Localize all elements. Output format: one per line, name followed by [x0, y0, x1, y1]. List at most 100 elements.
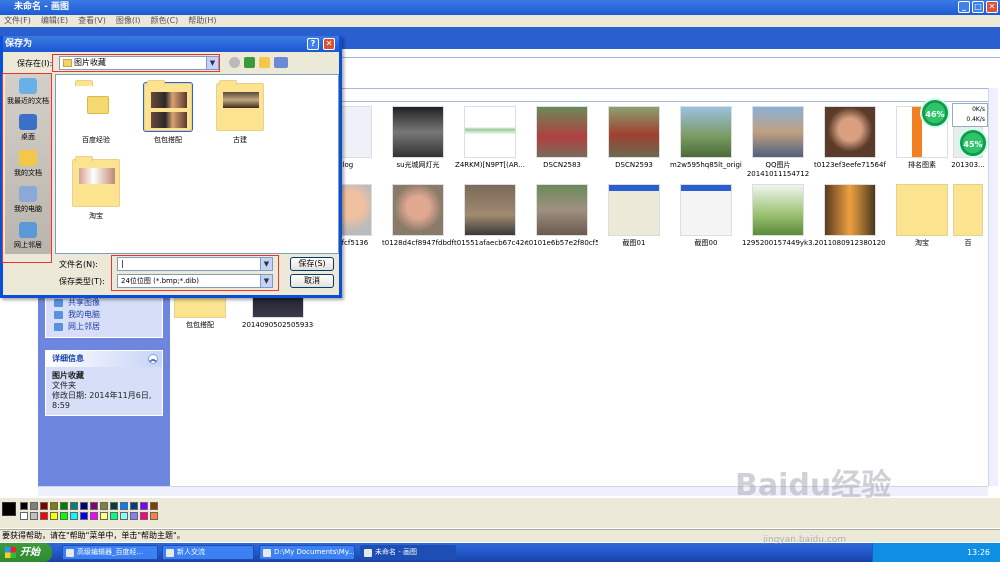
dialog-close-button[interactable]: ✕ [323, 38, 335, 50]
vertical-scrollbar[interactable] [988, 88, 998, 486]
palette-color-swatch[interactable] [140, 512, 148, 520]
palette-color-swatch[interactable] [100, 502, 108, 510]
palette-color-swatch[interactable] [40, 502, 48, 510]
place-my-computer[interactable]: 我的电脑 [5, 186, 51, 214]
memory-gauge-left[interactable]: 46% [920, 98, 950, 128]
palette-color-swatch[interactable] [30, 502, 38, 510]
file-item[interactable]: QQ图片 20141011154712 [742, 106, 814, 179]
palette-color-swatch[interactable] [20, 512, 28, 520]
other-places-box: 共享图像 我的电脑 网上邻居 [45, 292, 163, 338]
clock[interactable]: 13:26 [967, 548, 990, 557]
save-in-combobox[interactable]: 图片收藏 ▼ [59, 56, 219, 70]
file-item[interactable]: t0101e6b57e2f80cf5c [526, 184, 598, 248]
file-item[interactable]: 截图01 [598, 184, 670, 248]
filename-input[interactable]: | ▼ [117, 257, 273, 271]
taskbar-item[interactable]: 新人交流 [162, 545, 254, 560]
file-item[interactable]: DSCN2593 [598, 106, 670, 170]
palette-color-swatch[interactable] [130, 512, 138, 520]
menu-file[interactable]: 文件(F) [4, 15, 31, 27]
palette-color-swatch[interactable] [150, 512, 158, 520]
up-folder-icon[interactable] [244, 57, 255, 68]
palette-color-swatch[interactable] [130, 502, 138, 510]
menu-image[interactable]: 图像(I) [116, 15, 141, 27]
taskbar-item-active[interactable]: 未命名 - 画图 [360, 545, 456, 560]
filetype-select[interactable]: 24位位图 (*.bmp;*.dib) ▼ [117, 274, 273, 288]
file-item[interactable]: t0128d4cf8947fdbdf2 [382, 184, 454, 248]
folder-item[interactable]: 包包搭配 [136, 80, 200, 145]
palette-color-swatch[interactable] [70, 512, 78, 520]
filename-label: 文件名(N): [59, 260, 98, 269]
place-network[interactable]: 网上邻居 [5, 222, 51, 250]
link-network-places[interactable]: 网上邻居 [46, 321, 162, 333]
menu-view[interactable]: 查看(V) [78, 15, 106, 27]
file-item[interactable]: DSCN2583 [526, 106, 598, 170]
save-button[interactable]: 保存(S) [290, 257, 334, 271]
link-my-computer[interactable]: 我的电脑 [46, 309, 162, 321]
folder-item[interactable]: 百 [948, 184, 988, 248]
palette-color-swatch[interactable] [80, 502, 88, 510]
palette-color-swatch[interactable] [40, 512, 48, 520]
folder-item[interactable]: 古建 [208, 80, 272, 145]
place-my-documents[interactable]: 我的文档 [5, 150, 51, 178]
file-item[interactable]: 1295200157449yk3... [742, 184, 814, 248]
palette-color-swatch[interactable] [20, 502, 28, 510]
palette-color-swatch[interactable] [110, 512, 118, 520]
taskbar-item[interactable]: D:\My Documents\My... [259, 545, 355, 560]
palette-color-swatch[interactable] [60, 512, 68, 520]
palette-color-swatch[interactable] [50, 502, 58, 510]
menu-colors[interactable]: 颜色(C) [150, 15, 178, 27]
palette-color-swatch[interactable] [110, 502, 118, 510]
dropdown-arrow-icon[interactable]: ▼ [206, 57, 218, 69]
image-thumbnail [680, 184, 732, 236]
ie-icon [66, 549, 74, 557]
paint-title-bar: 未命名 - 画图 _ □ ✕ [0, 0, 1000, 15]
file-item[interactable]: Z4RKM)[N9PT[(AR... [454, 106, 526, 170]
file-item[interactable]: 2011080912380120 [814, 184, 886, 248]
new-folder-icon[interactable] [259, 57, 270, 68]
details-body: 图片收藏 文件夹 修改日期: 2014年11月6日, 8:59 [46, 367, 162, 415]
collapse-chevron-icon[interactable]: ︽ [148, 354, 158, 364]
view-menu-icon[interactable] [274, 57, 288, 68]
current-color-swatch[interactable] [2, 502, 16, 516]
dropdown-arrow-icon[interactable]: ▼ [260, 258, 272, 270]
minimize-button[interactable]: _ [958, 1, 970, 13]
file-item[interactable]: m2w595hq85lt_origi... [670, 106, 742, 170]
baidu-watermark: Baidu经验 [735, 468, 892, 503]
help-button[interactable]: ? [307, 38, 319, 50]
dropdown-arrow-icon[interactable]: ▼ [260, 275, 272, 287]
palette-color-swatch[interactable] [70, 502, 78, 510]
close-window-button[interactable]: ✕ [986, 1, 998, 13]
place-recent-documents[interactable]: 我最近的文档 [5, 78, 51, 106]
memory-gauge-right[interactable]: 45% [958, 128, 988, 158]
link-shared-pictures[interactable]: 共享图像 [46, 297, 162, 309]
place-desktop[interactable]: 桌面 [5, 114, 51, 142]
palette-color-swatch[interactable] [120, 502, 128, 510]
palette-color-swatch[interactable] [90, 512, 98, 520]
menu-help[interactable]: 帮助(H) [188, 15, 216, 27]
palette-color-swatch[interactable] [80, 512, 88, 520]
palette-color-swatch[interactable] [100, 512, 108, 520]
folder-item[interactable]: 淘宝 [64, 156, 128, 221]
menu-edit[interactable]: 编辑(E) [41, 15, 68, 27]
palette-color-swatch[interactable] [60, 502, 68, 510]
start-button[interactable]: 开始 [0, 543, 52, 562]
folder-item[interactable]: 百度经验 [64, 80, 128, 145]
palette-color-swatch[interactable] [90, 502, 98, 510]
file-item[interactable]: t01551afaecb67c42eb [454, 184, 526, 248]
palette-color-swatch[interactable] [150, 502, 158, 510]
palette-color-swatch[interactable] [50, 512, 58, 520]
maximize-button[interactable]: □ [972, 1, 984, 13]
file-item[interactable]: t0123ef3eefe71564fa [814, 106, 886, 170]
back-icon[interactable] [229, 57, 240, 68]
palette-color-swatch[interactable] [30, 512, 38, 520]
taskbar-item[interactable]: 高级编辑器_百度经... [62, 545, 158, 560]
cancel-button[interactable]: 取消 [290, 274, 334, 288]
details-header[interactable]: 详细信息 ︽ [46, 351, 162, 367]
file-item[interactable]: su光城网灯光 [382, 106, 454, 170]
palette-color-swatch[interactable] [120, 512, 128, 520]
paint-window-title: 未命名 - 画图 [14, 2, 70, 12]
file-item[interactable]: 截图00 [670, 184, 742, 248]
folder-icon [263, 549, 271, 557]
palette-color-swatch[interactable] [140, 502, 148, 510]
image-thumbnail [464, 106, 516, 158]
